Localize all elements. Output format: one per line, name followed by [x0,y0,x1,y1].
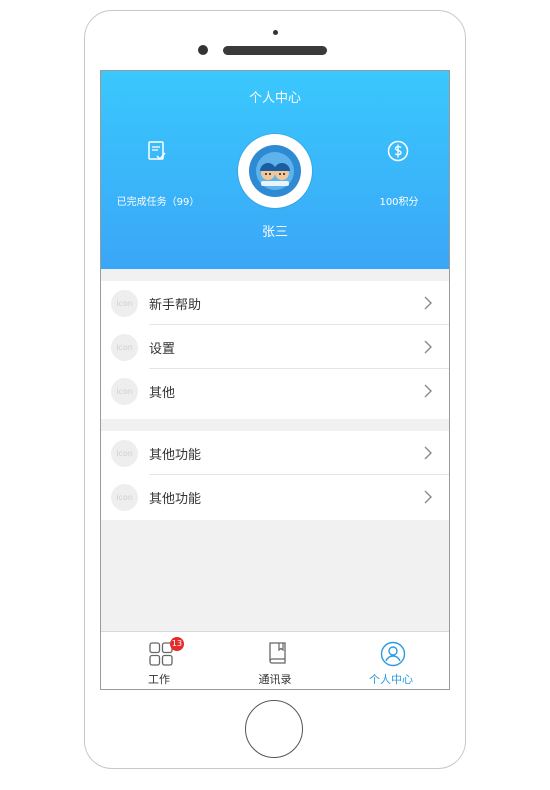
completed-tasks-label: 已完成任务（99） [116,197,200,208]
menu-item-label: 其他功能 [149,448,202,463]
avatar-mascot-icon [251,147,299,195]
book-icon [269,642,286,664]
app-screen: 个人中心 已完成任务（99） 100积分 张三 icon 新手帮助 icon 设… [100,70,450,690]
notification-badge: 13 [170,637,184,651]
menu-item-label: 新手帮助 [149,298,202,313]
tab-label: 通讯录 [258,673,292,686]
menu-group-secondary: icon 其他功能 icon 其他功能 [101,431,449,520]
chevron-right-icon [424,340,432,354]
tab-label: 个人中心 [369,673,413,686]
avatar-frame[interactable] [238,134,312,208]
points-label: 100积分 [379,197,419,208]
menu-item-label: 其他功能 [149,492,202,507]
dollar-coin-icon [387,140,409,162]
chevron-right-icon [424,296,432,310]
tab-label: 工作 [148,673,170,686]
menu-item-label: 其他 [149,386,176,401]
task-document-icon [148,141,166,161]
menu-item-settings[interactable]: icon 设置 [101,325,449,369]
placeholder-icon: icon [111,484,138,511]
tab-profile[interactable]: 个人中心 [333,632,449,689]
placeholder-icon: icon [111,440,138,467]
placeholder-icon: icon [111,378,138,405]
menu-item-new-user-help[interactable]: icon 新手帮助 [101,281,449,325]
page-title: 个人中心 [248,91,301,106]
placeholder-icon: icon [111,334,138,361]
menu-item-label: 设置 [149,342,176,357]
tab-work[interactable]: 13 工作 [101,632,217,689]
menu-item-other-feature[interactable]: icon 其他功能 [101,431,449,475]
front-camera [198,45,208,55]
earpiece-speaker [223,46,327,55]
avatar [249,145,301,197]
chevron-right-icon [424,446,432,460]
home-button[interactable] [245,700,303,758]
sensor-dot [273,30,278,35]
chevron-right-icon [424,490,432,504]
menu-item-other-feature[interactable]: icon 其他功能 [101,475,449,519]
bottom-tab-bar: 13 工作 通讯录 个人中心 [101,631,449,689]
user-name: 张三 [261,225,288,240]
menu-group-primary: icon 新手帮助 icon 设置 icon 其他 [101,281,449,419]
profile-header: 个人中心 已完成任务（99） 100积分 张三 [101,71,449,269]
chevron-right-icon [424,384,432,398]
menu-item-other[interactable]: icon 其他 [101,369,449,413]
user-icon [380,641,406,667]
placeholder-icon: icon [111,290,138,317]
tab-contacts[interactable]: 通讯录 [217,632,333,689]
